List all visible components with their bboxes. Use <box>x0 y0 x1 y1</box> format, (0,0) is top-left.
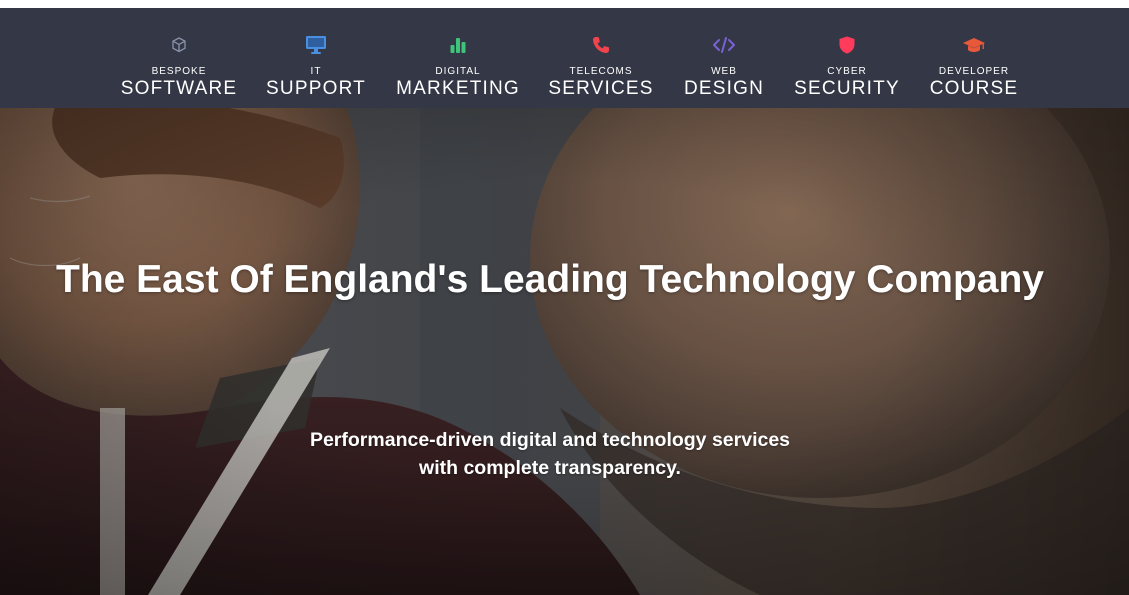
nav-item-label-small: WEB <box>711 66 737 77</box>
hero-subtitle-line-1: Performance-driven digital and technolog… <box>309 429 791 451</box>
nav-item-label-big: DESIGN <box>683 78 765 99</box>
nav-item-label-big: SUPPORT <box>266 78 366 99</box>
nav-item-bespoke-software[interactable]: BESPOKE SOFTWARE <box>121 8 236 108</box>
hero-background-photo <box>0 108 1129 595</box>
nav-item-label-small: DIGITAL <box>435 66 481 77</box>
graduation-cap-icon <box>962 35 986 55</box>
service-nav: BESPOKE SOFTWARE IT SUPPORT DIGITAL MARK… <box>0 8 1129 108</box>
hero-banner: The East Of England's Leading Technology… <box>0 108 1129 595</box>
box-icon <box>167 35 191 55</box>
nav-item-label-big: MARKETING <box>396 78 520 99</box>
nav-item-developer-course[interactable]: DEVELOPER COURSE <box>930 8 1018 108</box>
code-icon <box>712 35 736 55</box>
nav-item-label-small: CYBER <box>827 66 867 77</box>
phone-icon <box>589 35 613 55</box>
nav-item-label-small: IT <box>310 66 322 77</box>
bar-chart-icon <box>446 35 470 55</box>
hero-subtitle: Performance-driven digital and technolog… <box>250 426 850 482</box>
nav-item-label-small: TELECOMS <box>569 66 633 77</box>
nav-item-label-big: SERVICES <box>548 78 654 99</box>
nav-item-label-big: SECURITY <box>794 78 900 99</box>
nav-item-cyber-security[interactable]: CYBER SECURITY <box>794 8 900 108</box>
hero-title: The East Of England's Leading Technology… <box>56 258 1044 301</box>
nav-item-label-big: SOFTWARE <box>120 78 238 99</box>
nav-item-telecoms-services[interactable]: TELECOMS SERVICES <box>548 8 654 108</box>
nav-item-label-small: DEVELOPER <box>938 66 1010 77</box>
nav-item-label-big: COURSE <box>929 78 1019 99</box>
page: BESPOKE SOFTWARE IT SUPPORT DIGITAL MARK… <box>0 0 1129 595</box>
nav-item-label-small: BESPOKE <box>151 66 207 77</box>
monitor-icon <box>304 35 328 55</box>
hero-subtitle-line-2: with complete transparency. <box>419 457 681 479</box>
nav-item-it-support[interactable]: IT SUPPORT <box>266 8 366 108</box>
shield-icon <box>835 35 859 55</box>
top-strip <box>0 0 1129 8</box>
nav-item-digital-marketing[interactable]: DIGITAL MARKETING <box>396 8 520 108</box>
nav-item-web-design[interactable]: WEB DESIGN <box>684 8 764 108</box>
